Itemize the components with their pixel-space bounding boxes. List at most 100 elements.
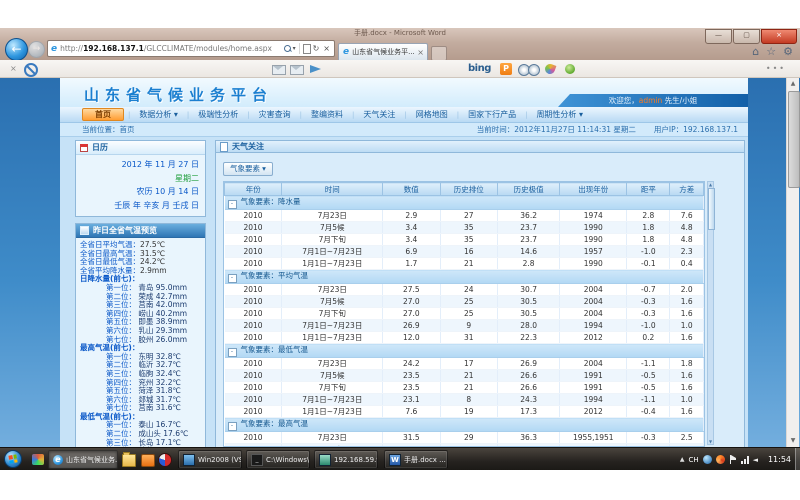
taskbar-ie-label: 山东省气候业务...: [66, 455, 118, 465]
show-desktop-button[interactable]: [795, 448, 800, 471]
dropdown-caret-icon[interactable]: ▾: [293, 45, 296, 52]
browser-scrollbar[interactable]: ▲ ▼: [786, 78, 799, 447]
explorer-folder-icon[interactable]: [122, 454, 136, 467]
language-indicator[interactable]: CH: [688, 456, 698, 464]
group-header-row[interactable]: -气象要素：平均气温: [225, 270, 704, 284]
group-header-row[interactable]: -气象要素：最低气温: [225, 344, 704, 358]
table-cell: 24.2: [383, 358, 440, 370]
collapse-icon[interactable]: -: [228, 274, 237, 283]
nav-item-4[interactable]: 整编资料: [302, 107, 352, 122]
taskbar-app-button-2[interactable]: 192.168.59.99...: [314, 450, 378, 469]
nav-item-5[interactable]: 天气关注: [354, 107, 404, 122]
browser-tab[interactable]: e 山东省气候业务平... ×: [338, 43, 428, 60]
scroll-down-icon[interactable]: ▼: [708, 439, 713, 444]
nav-item-1[interactable]: 数据分析 ▾: [130, 107, 187, 122]
table-cell: 31.5: [383, 432, 440, 444]
maximize-button[interactable]: ▢: [733, 29, 760, 44]
table-row: 20107月下旬23.52126.61991-0.51.6: [225, 382, 704, 394]
element-filter-button[interactable]: 气象要素 ▾: [223, 162, 273, 176]
bing-logo[interactable]: bing: [468, 63, 491, 74]
favorites-star-icon[interactable]: ☆: [766, 45, 776, 58]
nav-item-6[interactable]: 网格地图: [407, 107, 457, 122]
tools-gear-icon[interactable]: ⚙: [783, 45, 793, 58]
taskbar-app-button-0[interactable]: Win2008 (VS2...: [178, 450, 242, 469]
scrollbar-down-icon[interactable]: ▼: [787, 435, 799, 447]
search-icon[interactable]: [284, 45, 291, 52]
taskbar-app-button-3[interactable]: W手册.docx ...: [384, 450, 448, 469]
panel-scrollbar-thumb[interactable]: [708, 188, 715, 230]
nav-item-3[interactable]: 灾害查询: [250, 107, 300, 122]
mail-icon[interactable]: [290, 65, 304, 75]
disc-icon[interactable]: [528, 64, 540, 76]
collapse-icon[interactable]: -: [228, 422, 237, 431]
overview-body: 全省日平均气温：27.5℃全省日最高气温：31.5℃全省日最低气温：24.2℃全…: [76, 238, 205, 448]
taskbar-app-label: C:\Windows\s...: [266, 456, 310, 464]
more-options-icon[interactable]: •••: [766, 64, 786, 73]
bing-badge-icon[interactable]: P: [500, 63, 512, 75]
table-cell: 27.5: [383, 284, 440, 296]
url-text[interactable]: http://192.168.137.1/GLCCLIMATE/modules/…: [60, 44, 283, 53]
table-cell: 2012: [560, 406, 627, 418]
site-logo: 山东省气候业务平台: [84, 84, 273, 105]
taskbar-clock[interactable]: 11:54: [768, 448, 791, 471]
table-cell: 24: [440, 284, 497, 296]
refresh-icon[interactable]: ↻: [313, 44, 320, 53]
start-button[interactable]: [4, 450, 22, 468]
table-cell: 7月1日~7月23日: [282, 320, 383, 332]
compatibility-view-icon[interactable]: [303, 44, 311, 54]
action-center-flag-icon[interactable]: [729, 455, 737, 464]
nav-item-2[interactable]: 极端性分析: [189, 107, 247, 122]
minimize-button[interactable]: —: [705, 29, 732, 44]
table-cell: 29: [440, 432, 497, 444]
network-icon[interactable]: [741, 456, 749, 464]
table-cell: 12.0: [383, 332, 440, 344]
collapse-icon[interactable]: -: [228, 348, 237, 357]
back-button[interactable]: ←: [5, 38, 28, 61]
quicklaunch-icon[interactable]: [32, 454, 44, 465]
group-header-row[interactable]: -气象要素：降水量: [225, 196, 704, 210]
volume-icon[interactable]: ◄: [753, 456, 758, 464]
stop-icon[interactable]: ×: [323, 44, 330, 53]
home-icon[interactable]: ⌂: [752, 45, 759, 58]
send-icon[interactable]: [310, 65, 321, 73]
nav-item-0[interactable]: 首页: [82, 108, 124, 121]
blocked-circle-icon[interactable]: [24, 63, 38, 77]
nav-item-7[interactable]: 国家下行产品: [459, 107, 525, 122]
table-cell: 23.7: [498, 234, 560, 246]
media-player-icon[interactable]: [158, 453, 172, 467]
nav-item-8[interactable]: 周期性分析 ▾: [527, 107, 592, 122]
tab-close-icon[interactable]: ×: [417, 48, 424, 57]
bird-icon[interactable]: [544, 63, 557, 76]
overview-panel-header: 昨日全省气温预览: [76, 224, 205, 238]
taskbar-app-button-1[interactable]: _C:\Windows\s...: [246, 450, 310, 469]
group-header-row[interactable]: -气象要素：最高气温: [225, 418, 704, 432]
fox-tray-icon[interactable]: [716, 455, 725, 464]
group-header-cell: -气象要素：最低气温: [225, 344, 704, 358]
ime-ball-icon[interactable]: [703, 455, 712, 464]
scrollbar-thumb[interactable]: [788, 91, 800, 188]
table-cell: 2010: [225, 358, 282, 370]
scrollbar-up-icon[interactable]: ▲: [787, 78, 799, 90]
window-controls: — ▢ ×: [704, 29, 797, 44]
hidden-icons-arrow[interactable]: ▲: [680, 456, 685, 463]
new-tab-button[interactable]: [431, 46, 447, 61]
clover-icon[interactable]: [565, 64, 575, 74]
scroll-up-icon[interactable]: ▲: [708, 182, 713, 187]
column-header-2: 数值: [383, 183, 440, 196]
weather-watch-title: 天气关注: [232, 141, 264, 152]
taskbar-ie-button[interactable]: e 山东省气候业务...: [48, 450, 118, 469]
close-button[interactable]: ×: [761, 29, 797, 44]
mail-icon[interactable]: [272, 65, 286, 75]
forward-button[interactable]: →: [28, 41, 45, 58]
close-toolbar-icon[interactable]: ×: [10, 64, 17, 73]
table-cell: 26.9: [383, 320, 440, 332]
column-header-4: 历史极值: [498, 183, 560, 196]
address-bar[interactable]: e http://192.168.137.1/GLCCLIMATE/module…: [47, 40, 335, 57]
table-cell: 1.6: [670, 332, 704, 344]
table-cell: 3.4: [383, 222, 440, 234]
orange-app-icon[interactable]: [141, 454, 155, 467]
collapse-icon[interactable]: -: [228, 200, 237, 209]
panel-scrollbar[interactable]: ▲ ▼: [707, 181, 714, 445]
ie-icon: e: [53, 455, 63, 465]
table-cell: 2010: [225, 284, 282, 296]
